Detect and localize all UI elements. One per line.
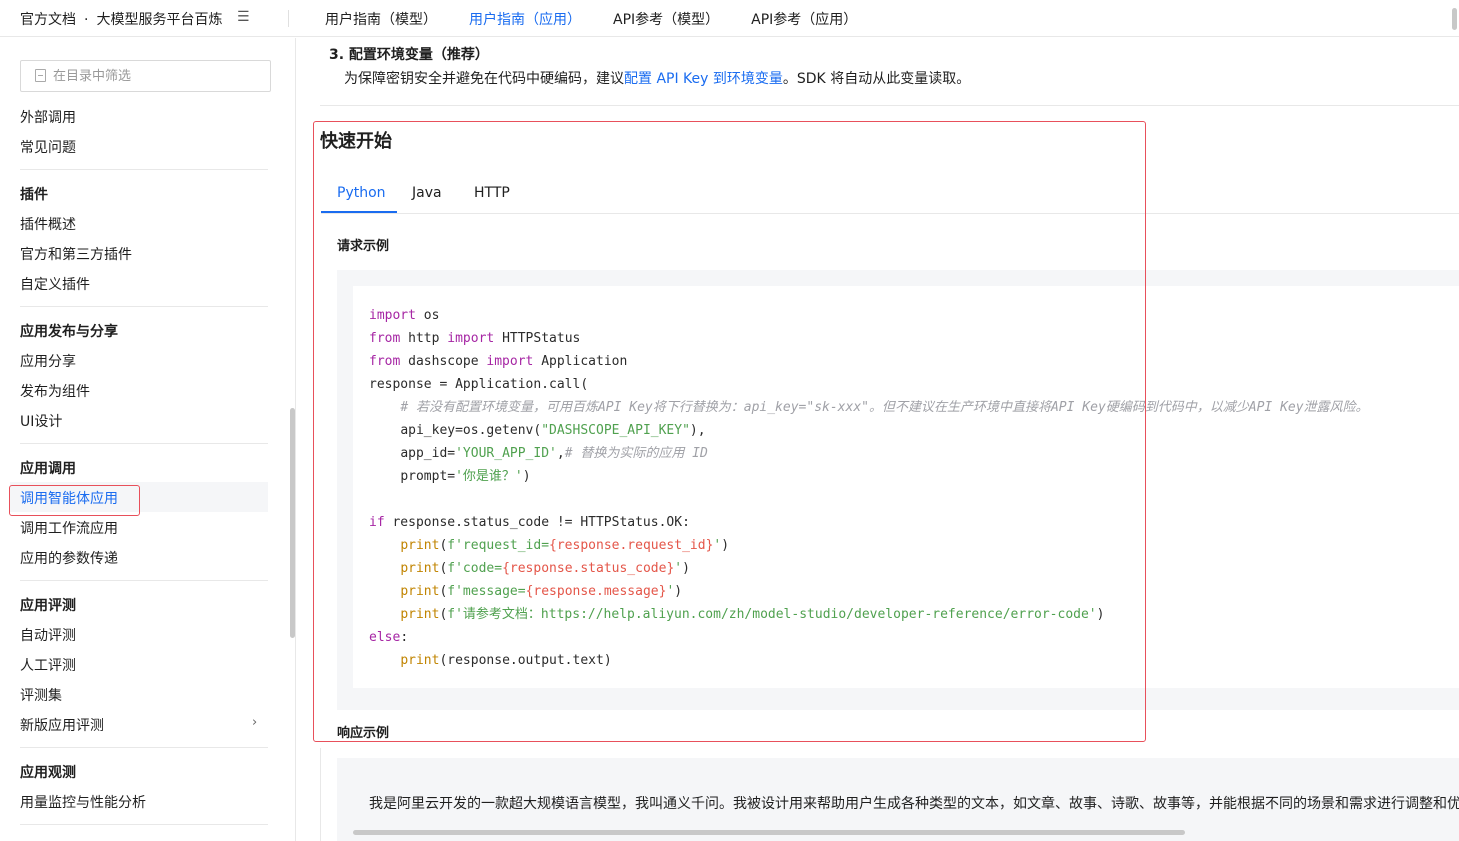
tab-active-indicator <box>321 211 397 213</box>
main-content: 3. 配置环境变量（推荐） 为保障密钥安全并避免在代码中硬编码，建议配置 API… <box>297 38 1459 841</box>
response-example-title: 响应示例 <box>337 726 390 741</box>
sidebar-item-publish-component[interactable]: 发布为组件 <box>20 381 90 401</box>
step-desc-text: 为保障密钥安全并避免在代码中硬编码，建议 <box>344 71 624 87</box>
nav-user-guide-model[interactable]: 用户指南（模型） <box>325 9 437 29</box>
sidebar-divider <box>20 169 268 170</box>
sidebar: 外部调用 常见问题 插件 插件概述 官方和第三方插件 自定义插件 应用发布与分享… <box>0 38 296 841</box>
sidebar-item-app-share[interactable]: 应用分享 <box>20 351 76 371</box>
sidebar-filter-input[interactable] <box>53 67 253 85</box>
step-title: 3. 配置环境变量（推荐） <box>329 47 489 63</box>
brand-separator: · <box>84 12 89 28</box>
sidebar-item-custom-plugin[interactable]: 自定义插件 <box>20 274 90 294</box>
sidebar-heading-app-call: 应用调用 <box>20 461 76 477</box>
sidebar-item-faq[interactable]: 常见问题 <box>20 137 76 157</box>
sidebar-item-app-params[interactable]: 应用的参数传递 <box>20 548 118 568</box>
sidebar-divider <box>20 443 268 444</box>
sidebar-heading-app-eval: 应用评测 <box>20 598 76 614</box>
env-var-link[interactable]: 配置 API Key 到环境变量 <box>624 71 783 87</box>
chevron-right-icon[interactable]: › <box>252 715 257 730</box>
response-scrollbar[interactable] <box>353 830 1185 835</box>
sidebar-scrollbar-thumb[interactable] <box>290 408 295 638</box>
brand-docs[interactable]: 官方文档 <box>20 12 76 28</box>
annotation-highlight-box <box>9 485 140 516</box>
sidebar-item-new-app-eval[interactable]: 新版应用评测 <box>20 715 104 735</box>
tab-python[interactable]: Python <box>337 185 386 201</box>
page-scrollbar[interactable] <box>1449 0 1459 37</box>
brand[interactable]: 官方文档 · 大模型服务平台百炼 <box>20 9 222 29</box>
nav-api-ref-model[interactable]: API参考（模型） <box>613 9 719 29</box>
sidebar-heading-plugins: 插件 <box>20 187 48 203</box>
sidebar-divider <box>20 824 268 825</box>
sidebar-item-ui-design[interactable]: UI设计 <box>20 411 62 431</box>
sidebar-divider <box>20 306 268 307</box>
request-example-title: 请求示例 <box>337 239 390 254</box>
section-divider <box>320 105 1459 106</box>
page-scrollbar-thumb[interactable] <box>1452 8 1457 30</box>
sidebar-divider <box>20 747 268 748</box>
sidebar-item-call-workflow-app[interactable]: 调用工作流应用 <box>20 518 118 538</box>
sidebar-divider <box>20 580 268 581</box>
header-divider <box>288 10 289 27</box>
top-header: 官方文档 · 大模型服务平台百炼 ☰ 用户指南（模型） 用户指南（应用） API参考… <box>0 0 1459 37</box>
sidebar-heading-observe: 应用观测 <box>20 765 76 781</box>
sidebar-item-plugin-overview[interactable]: 插件概述 <box>20 214 76 234</box>
response-text: 我是阿里云开发的一款超大规模语言模型，我叫通义千问。我被设计用来帮助用户生成各种… <box>369 796 1459 812</box>
step-description: 为保障密钥安全并避免在代码中硬编码，建议配置 API Key 到环境变量。SDK… <box>344 68 970 88</box>
step-desc-text-after: 。SDK 将自动从此变量读取。 <box>782 71 971 87</box>
nav-user-guide-app[interactable]: 用户指南（应用） <box>469 9 581 29</box>
tab-panel-border <box>320 748 321 841</box>
tab-java[interactable]: Java <box>412 185 442 201</box>
sidebar-item-manual-eval[interactable]: 人工评测 <box>20 655 76 675</box>
sidebar-item-official-plugins[interactable]: 官方和第三方插件 <box>20 244 132 264</box>
hamburger-menu-icon[interactable]: ☰ <box>237 9 250 25</box>
nav-api-ref-app[interactable]: API参考（应用） <box>751 9 857 29</box>
brand-product[interactable]: 大模型服务平台百炼 <box>96 12 222 28</box>
sidebar-item-auto-eval[interactable]: 自动评测 <box>20 625 76 645</box>
tab-http[interactable]: HTTP <box>474 185 510 201</box>
section-title-quick-start: 快速开始 <box>320 131 392 152</box>
sidebar-item-external-call[interactable]: 外部调用 <box>20 107 76 127</box>
language-tabs: Python Java HTTP <box>321 174 1459 214</box>
sidebar-item-eval-set[interactable]: 评测集 <box>20 685 62 705</box>
sidebar-heading-publish: 应用发布与分享 <box>20 324 118 340</box>
sidebar-filter[interactable] <box>20 60 271 92</box>
top-nav: 用户指南（模型） 用户指南（应用） API参考（模型） API参考（应用） <box>325 9 857 29</box>
code-content[interactable]: import os from http import HTTPStatus fr… <box>369 304 1369 672</box>
sidebar-item-usage-monitor[interactable]: 用量监控与性能分析 <box>20 792 146 812</box>
document-filter-icon <box>35 69 46 82</box>
